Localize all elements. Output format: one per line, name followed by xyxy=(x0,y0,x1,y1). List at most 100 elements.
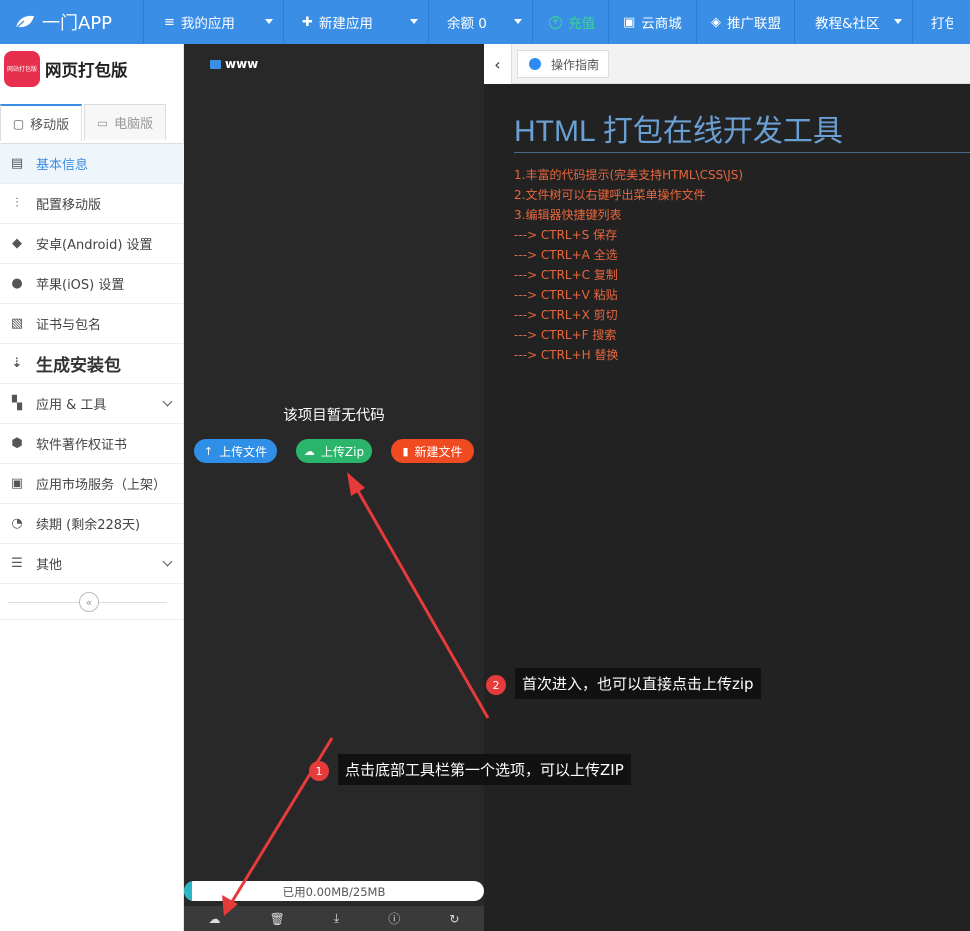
storage-usage-bar: 已用0.00MB/25MB xyxy=(184,881,484,901)
guide-line: 3.编辑器快捷键列表 xyxy=(514,208,622,222)
sort-numeric-icon: ⇣ xyxy=(11,356,23,371)
guide-line: ---> CTRL+A 全选 xyxy=(514,248,618,262)
list-icon: ≡ xyxy=(164,14,175,30)
nav-my-apps[interactable]: ≡ 我的应用 xyxy=(144,0,284,44)
caret-down-icon xyxy=(894,19,902,24)
storage-text: 已用0.00MB/25MB xyxy=(282,885,386,899)
market-icon: ▣ xyxy=(10,476,24,491)
app-brand: 网站打包版 网页打包版 xyxy=(0,44,183,94)
tab-label: 电脑版 xyxy=(114,117,154,132)
mobile-icon: ▢ xyxy=(12,116,25,131)
recharge-icon: ¥ xyxy=(549,15,562,29)
collapse-sidebar-icon[interactable]: « xyxy=(79,592,99,612)
upload-zip-button[interactable]: ☁ 上传Zip xyxy=(296,439,372,463)
app-type-title: 网页打包版 xyxy=(45,61,128,80)
guide-line: 1.丰富的代码提示(完美支持HTML\CSS\JS) xyxy=(514,168,744,182)
back-icon[interactable]: ‹ xyxy=(484,44,512,84)
guide-line: ---> CTRL+V 粘贴 xyxy=(514,288,618,302)
editor-tab-bar: ‹ 操作指南 xyxy=(484,44,970,84)
collapse-sidebar-row: « xyxy=(0,584,183,620)
caret-down-icon xyxy=(514,19,522,24)
leaf-icon xyxy=(14,15,34,30)
nav-recharge[interactable]: ¥ 充值 xyxy=(533,0,609,44)
sidebar-item-label: 应用 & 工具 xyxy=(36,398,107,413)
nav-package[interactable]: 打包 xyxy=(913,0,953,44)
top-navbar: 一门APP ≡ 我的应用 ✚ 新建应用 余额 0 ¥ 充值 ▣ 云商城 ◈ 推广… xyxy=(0,0,970,44)
button-label: 新建文件 xyxy=(414,444,463,459)
sidebar-item-label: 苹果(iOS) 设置 xyxy=(36,278,125,293)
sidebar-item-6[interactable]: ▚ 应用 & 工具 xyxy=(0,384,183,424)
nav-cloud-shop[interactable]: ▣ 云商城 xyxy=(609,0,697,44)
folder-label: www xyxy=(225,57,259,71)
sidebar-item-2[interactable]: ◆ 安卓(Android) 设置 xyxy=(0,224,183,264)
sidebar-item-0[interactable]: ▤ 基本信息 xyxy=(0,144,192,184)
sidebar-item-9[interactable]: ◔ 续期 (剩余228天) xyxy=(0,504,183,544)
guide-line: ---> CTRL+F 搜索 xyxy=(514,328,617,342)
button-label: 上传Zip xyxy=(320,444,365,459)
code-editor: ‹ 操作指南 HTML 打包在线开发工具 1.丰富的代码提示(完美支持HTML\… xyxy=(484,44,970,931)
sidebar-item-label: 应用市场服务（上架） xyxy=(36,478,167,493)
sidebar-item-label: 其他 xyxy=(36,558,63,573)
sidebar-item-label: 证书与包名 xyxy=(36,318,102,333)
nav-label: 打包 xyxy=(931,16,953,32)
guide-line: ---> CTRL+X 剪切 xyxy=(514,308,618,322)
nav-tutorials[interactable]: 教程&社区 xyxy=(795,0,913,44)
sidebar-item-label: 续期 (剩余228天) xyxy=(36,518,141,533)
desktop-icon: ▭ xyxy=(96,115,109,130)
download-icon[interactable]: ⤓ xyxy=(334,911,339,926)
divider xyxy=(514,152,970,153)
sidebar-item-4[interactable]: ▧ 证书与包名 xyxy=(0,304,183,344)
sidebar-item-label: 安卓(Android) 设置 xyxy=(36,238,153,253)
sidebar-item-7[interactable]: ⬢ 软件著作权证书 xyxy=(0,424,183,464)
nav-new-app[interactable]: ✚ 新建应用 xyxy=(284,0,429,44)
upload-file-button[interactable]: ↑ 上传文件 xyxy=(194,439,277,463)
sidebar-item-label: 软件著作权证书 xyxy=(36,438,128,453)
nav-label: 教程&社区 xyxy=(815,16,880,32)
diamond-icon: ◈ xyxy=(711,14,721,30)
chevron-down-icon xyxy=(162,396,173,407)
info-icon[interactable]: ⓘ xyxy=(388,910,400,927)
tab-guide[interactable]: 操作指南 xyxy=(517,50,609,78)
app-name: 一门APP xyxy=(42,13,113,34)
nav-label: 余额 0 xyxy=(447,16,487,32)
nav-affiliate[interactable]: ◈ 推广联盟 xyxy=(697,0,795,44)
sidebar-item-5[interactable]: ⇣ 生成安装包 xyxy=(0,344,183,384)
nav-label: 新建应用 xyxy=(318,16,373,32)
arrow-up-icon: ↑ xyxy=(203,444,214,458)
editor-title: HTML 打包在线开发工具 xyxy=(514,115,843,148)
sidebar-item-3[interactable]: ● 苹果(iOS) 设置 xyxy=(0,264,183,304)
file-tree-panel: www 该项目暂无代码 ↑ 上传文件 ☁ 上传Zip ▮ 新建文件 < 折 叠 … xyxy=(184,44,500,931)
sidebar-item-label: 生成安装包 xyxy=(36,356,121,376)
guide-line: ---> CTRL+S 保存 xyxy=(514,228,618,242)
callout-step-2: 首次进入，也可以直接点击上传zip xyxy=(515,668,761,699)
tab-desktop[interactable]: ▭ 电脑版 xyxy=(84,104,166,140)
sidebar-item-label: 配置移动版 xyxy=(36,198,102,213)
new-file-button[interactable]: ▮ 新建文件 xyxy=(391,439,474,463)
copyright-icon: ⬢ xyxy=(11,436,23,451)
step-badge-2: 2 xyxy=(486,675,506,695)
tab-mobile[interactable]: ▢ 移动版 xyxy=(0,104,82,141)
shop-icon: ▣ xyxy=(623,14,636,30)
sidebar-item-10[interactable]: ☰ 其他 xyxy=(0,544,183,584)
tab-label: 操作指南 xyxy=(551,57,600,72)
file-icon: ▮ xyxy=(402,444,409,458)
trash-icon[interactable]: 🗑 xyxy=(270,912,285,926)
guide-line: ---> CTRL+C 复制 xyxy=(514,268,618,282)
renew-icon: ◔ xyxy=(11,516,23,531)
platform-tabs: ▢ 移动版 ▭ 电脑版 xyxy=(0,104,183,144)
android-icon: ◆ xyxy=(12,236,22,251)
sidebar-item-8[interactable]: ▣ 应用市场服务（上架） xyxy=(0,464,183,504)
nav-label: 云商城 xyxy=(641,16,682,32)
refresh-icon[interactable]: ↻ xyxy=(449,912,459,926)
guide-lines: 1.丰富的代码提示(完美支持HTML\CSS\JS) 2.文件树可以右键呼出菜单操… xyxy=(514,165,743,365)
nav-balance[interactable]: 余额 0 xyxy=(429,0,533,44)
apple-icon: ● xyxy=(11,276,23,291)
nav-label: 推广联盟 xyxy=(727,16,781,32)
sidebar-item-1[interactable]: ⫶ 配置移动版 xyxy=(0,184,183,224)
nav-label: 充值 xyxy=(568,16,595,32)
upload-cloud-icon[interactable]: ☁ xyxy=(209,912,221,926)
empty-project-message: 该项目暂无代码 xyxy=(283,408,385,424)
caret-down-icon xyxy=(410,19,418,24)
app-logo[interactable]: 一门APP xyxy=(0,0,144,44)
folder-www[interactable]: www xyxy=(210,57,258,71)
